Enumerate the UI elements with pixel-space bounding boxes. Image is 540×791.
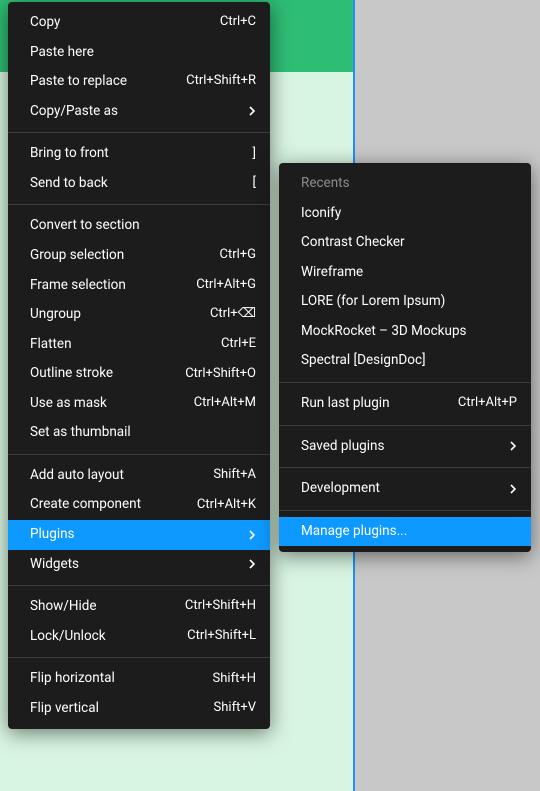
menu-separator xyxy=(279,382,531,383)
menu-item-label: Spectral [DesignDoc] xyxy=(301,351,517,371)
menu-item-label: Set as thumbnail xyxy=(30,423,256,443)
menu-item-shortcut: Ctrl+Alt+G xyxy=(196,276,256,295)
menu-item-copy-paste-as[interactable]: Copy/Paste as xyxy=(8,97,270,127)
menu-item-recent[interactable]: Contrast Checker xyxy=(279,228,531,258)
menu-separator xyxy=(8,204,270,205)
menu-separator xyxy=(279,425,531,426)
menu-item-label: Ungroup xyxy=(30,305,192,325)
chevron-right-icon xyxy=(510,441,517,451)
menu-item-shortcut: Shift+V xyxy=(214,699,256,718)
menu-item-create-component[interactable]: Create component Ctrl+Alt+K xyxy=(8,490,270,520)
menu-item-shortcut: [ xyxy=(253,174,256,193)
menu-item-shortcut: ] xyxy=(253,145,256,164)
menu-item-show-hide[interactable]: Show/Hide Ctrl+Shift+H xyxy=(8,592,270,622)
menu-item-shortcut: Shift+A xyxy=(213,466,256,485)
menu-item-label: Bring to front xyxy=(30,144,235,164)
menu-item-convert-to-section[interactable]: Convert to section xyxy=(8,211,270,241)
menu-item-outline-stroke[interactable]: Outline stroke Ctrl+Shift+O xyxy=(8,359,270,389)
menu-item-label: Paste to replace xyxy=(30,72,168,92)
menu-item-label: Lock/Unlock xyxy=(30,627,169,647)
menu-item-label: Plugins xyxy=(30,525,231,545)
menu-item-label: Flip horizontal xyxy=(30,669,195,689)
menu-separator xyxy=(8,454,270,455)
menu-item-bring-to-front[interactable]: Bring to front] xyxy=(8,139,270,169)
menu-item-label: Flip vertical xyxy=(30,699,196,719)
chevron-right-icon xyxy=(249,106,256,116)
menu-separator xyxy=(279,467,531,468)
menu-item-shortcut: Shift+H xyxy=(213,670,256,689)
menu-item-recent[interactable]: Wireframe xyxy=(279,258,531,288)
menu-item-group-selection[interactable]: Group selection Ctrl+G xyxy=(8,241,270,271)
menu-item-shortcut: Ctrl+E xyxy=(221,335,256,354)
menu-item-recent[interactable]: Iconify xyxy=(279,199,531,229)
menu-item-recent[interactable]: Spectral [DesignDoc] xyxy=(279,346,531,376)
menu-item-flatten[interactable]: Flatten Ctrl+E xyxy=(8,330,270,360)
menu-item-label: Group selection xyxy=(30,246,201,266)
menu-item-label: Flatten xyxy=(30,335,203,355)
menu-item-label: Contrast Checker xyxy=(301,233,517,253)
menu-item-label: Iconify xyxy=(301,204,517,224)
menu-item-shortcut: Ctrl+Alt+M xyxy=(194,394,256,413)
menu-item-recent[interactable]: MockRocket – 3D Mockups xyxy=(279,317,531,347)
menu-item-label: Add auto layout xyxy=(30,466,195,486)
menu-item-label: Copy xyxy=(30,13,202,33)
menu-item-plugins[interactable]: Plugins xyxy=(8,520,270,550)
menu-item-flip-vertical[interactable]: Flip vertical Shift+V xyxy=(8,694,270,724)
menu-item-copy[interactable]: Copy Ctrl+C xyxy=(8,8,270,38)
menu-item-label: Widgets xyxy=(30,555,231,575)
menu-item-manage-plugins[interactable]: Manage plugins... xyxy=(279,517,531,547)
menu-item-shortcut: Ctrl+Shift+O xyxy=(185,365,256,384)
menu-item-label: Paste here xyxy=(30,43,256,63)
menu-item-run-last-plugin[interactable]: Run last plugin Ctrl+Alt+P xyxy=(279,389,531,419)
menu-item-shortcut: Ctrl+Alt+K xyxy=(197,496,256,515)
menu-item-recent[interactable]: LORE (for Lorem Ipsum) xyxy=(279,287,531,317)
menu-item-shortcut: Ctrl+Shift+R xyxy=(186,72,256,91)
menu-item-shortcut: Ctrl+Shift+H xyxy=(185,597,256,616)
menu-item-label: Manage plugins... xyxy=(301,522,517,542)
menu-item-flip-horizontal[interactable]: Flip horizontal Shift+H xyxy=(8,664,270,694)
menu-separator xyxy=(8,657,270,658)
recents-header: Recents xyxy=(279,169,531,199)
menu-item-label: Development xyxy=(301,479,492,499)
menu-item-lock-unlock[interactable]: Lock/Unlock Ctrl+Shift+L xyxy=(8,622,270,652)
menu-item-add-auto-layout[interactable]: Add auto layout Shift+A xyxy=(8,461,270,491)
menu-item-label: Saved plugins xyxy=(301,437,492,457)
menu-item-frame-selection[interactable]: Frame selection Ctrl+Alt+G xyxy=(8,271,270,301)
menu-item-use-as-mask[interactable]: Use as mask Ctrl+Alt+M xyxy=(8,389,270,419)
menu-item-saved-plugins[interactable]: Saved plugins xyxy=(279,432,531,462)
menu-item-widgets[interactable]: Widgets xyxy=(8,550,270,580)
menu-item-shortcut: Ctrl+Alt+P xyxy=(458,394,517,413)
menu-item-label: Convert to section xyxy=(30,216,256,236)
chevron-right-icon xyxy=(510,484,517,494)
menu-item-shortcut: Ctrl+G xyxy=(219,246,256,265)
menu-item-paste-here[interactable]: Paste here xyxy=(8,38,270,68)
menu-item-label: Create component xyxy=(30,495,179,515)
menu-separator xyxy=(8,132,270,133)
menu-item-shortcut: Ctrl+Shift+L xyxy=(187,627,256,646)
menu-item-label: Run last plugin xyxy=(301,394,440,414)
chevron-right-icon xyxy=(249,530,256,540)
menu-item-development[interactable]: Development xyxy=(279,474,531,504)
context-menu-main: Copy Ctrl+C Paste here Paste to replace Ctrl… xyxy=(8,2,270,729)
menu-item-label: Wireframe xyxy=(301,263,517,283)
menu-separator xyxy=(8,585,270,586)
menu-item-ungroup[interactable]: Ungroup Ctrl+⌫ xyxy=(8,300,270,330)
menu-item-label: Use as mask xyxy=(30,394,176,414)
menu-item-label: MockRocket – 3D Mockups xyxy=(301,322,517,342)
menu-item-label: Show/Hide xyxy=(30,597,167,617)
menu-item-label: Copy/Paste as xyxy=(30,102,231,122)
menu-item-shortcut: Ctrl+⌫ xyxy=(210,305,256,324)
menu-item-label: Send to back xyxy=(30,174,235,194)
menu-item-label: Frame selection xyxy=(30,276,178,296)
menu-item-set-as-thumbnail[interactable]: Set as thumbnail xyxy=(8,418,270,448)
menu-item-label: LORE (for Lorem Ipsum) xyxy=(301,292,517,312)
menu-item-shortcut: Ctrl+C xyxy=(220,13,256,32)
chevron-right-icon xyxy=(249,559,256,569)
context-menu-plugins: Recents Iconify Contrast Checker Wirefra… xyxy=(279,163,531,552)
menu-separator xyxy=(279,510,531,511)
menu-item-paste-to-replace[interactable]: Paste to replace Ctrl+Shift+R xyxy=(8,67,270,97)
menu-item-send-to-back[interactable]: Send to back [ xyxy=(8,169,270,199)
menu-item-label: Outline stroke xyxy=(30,364,167,384)
